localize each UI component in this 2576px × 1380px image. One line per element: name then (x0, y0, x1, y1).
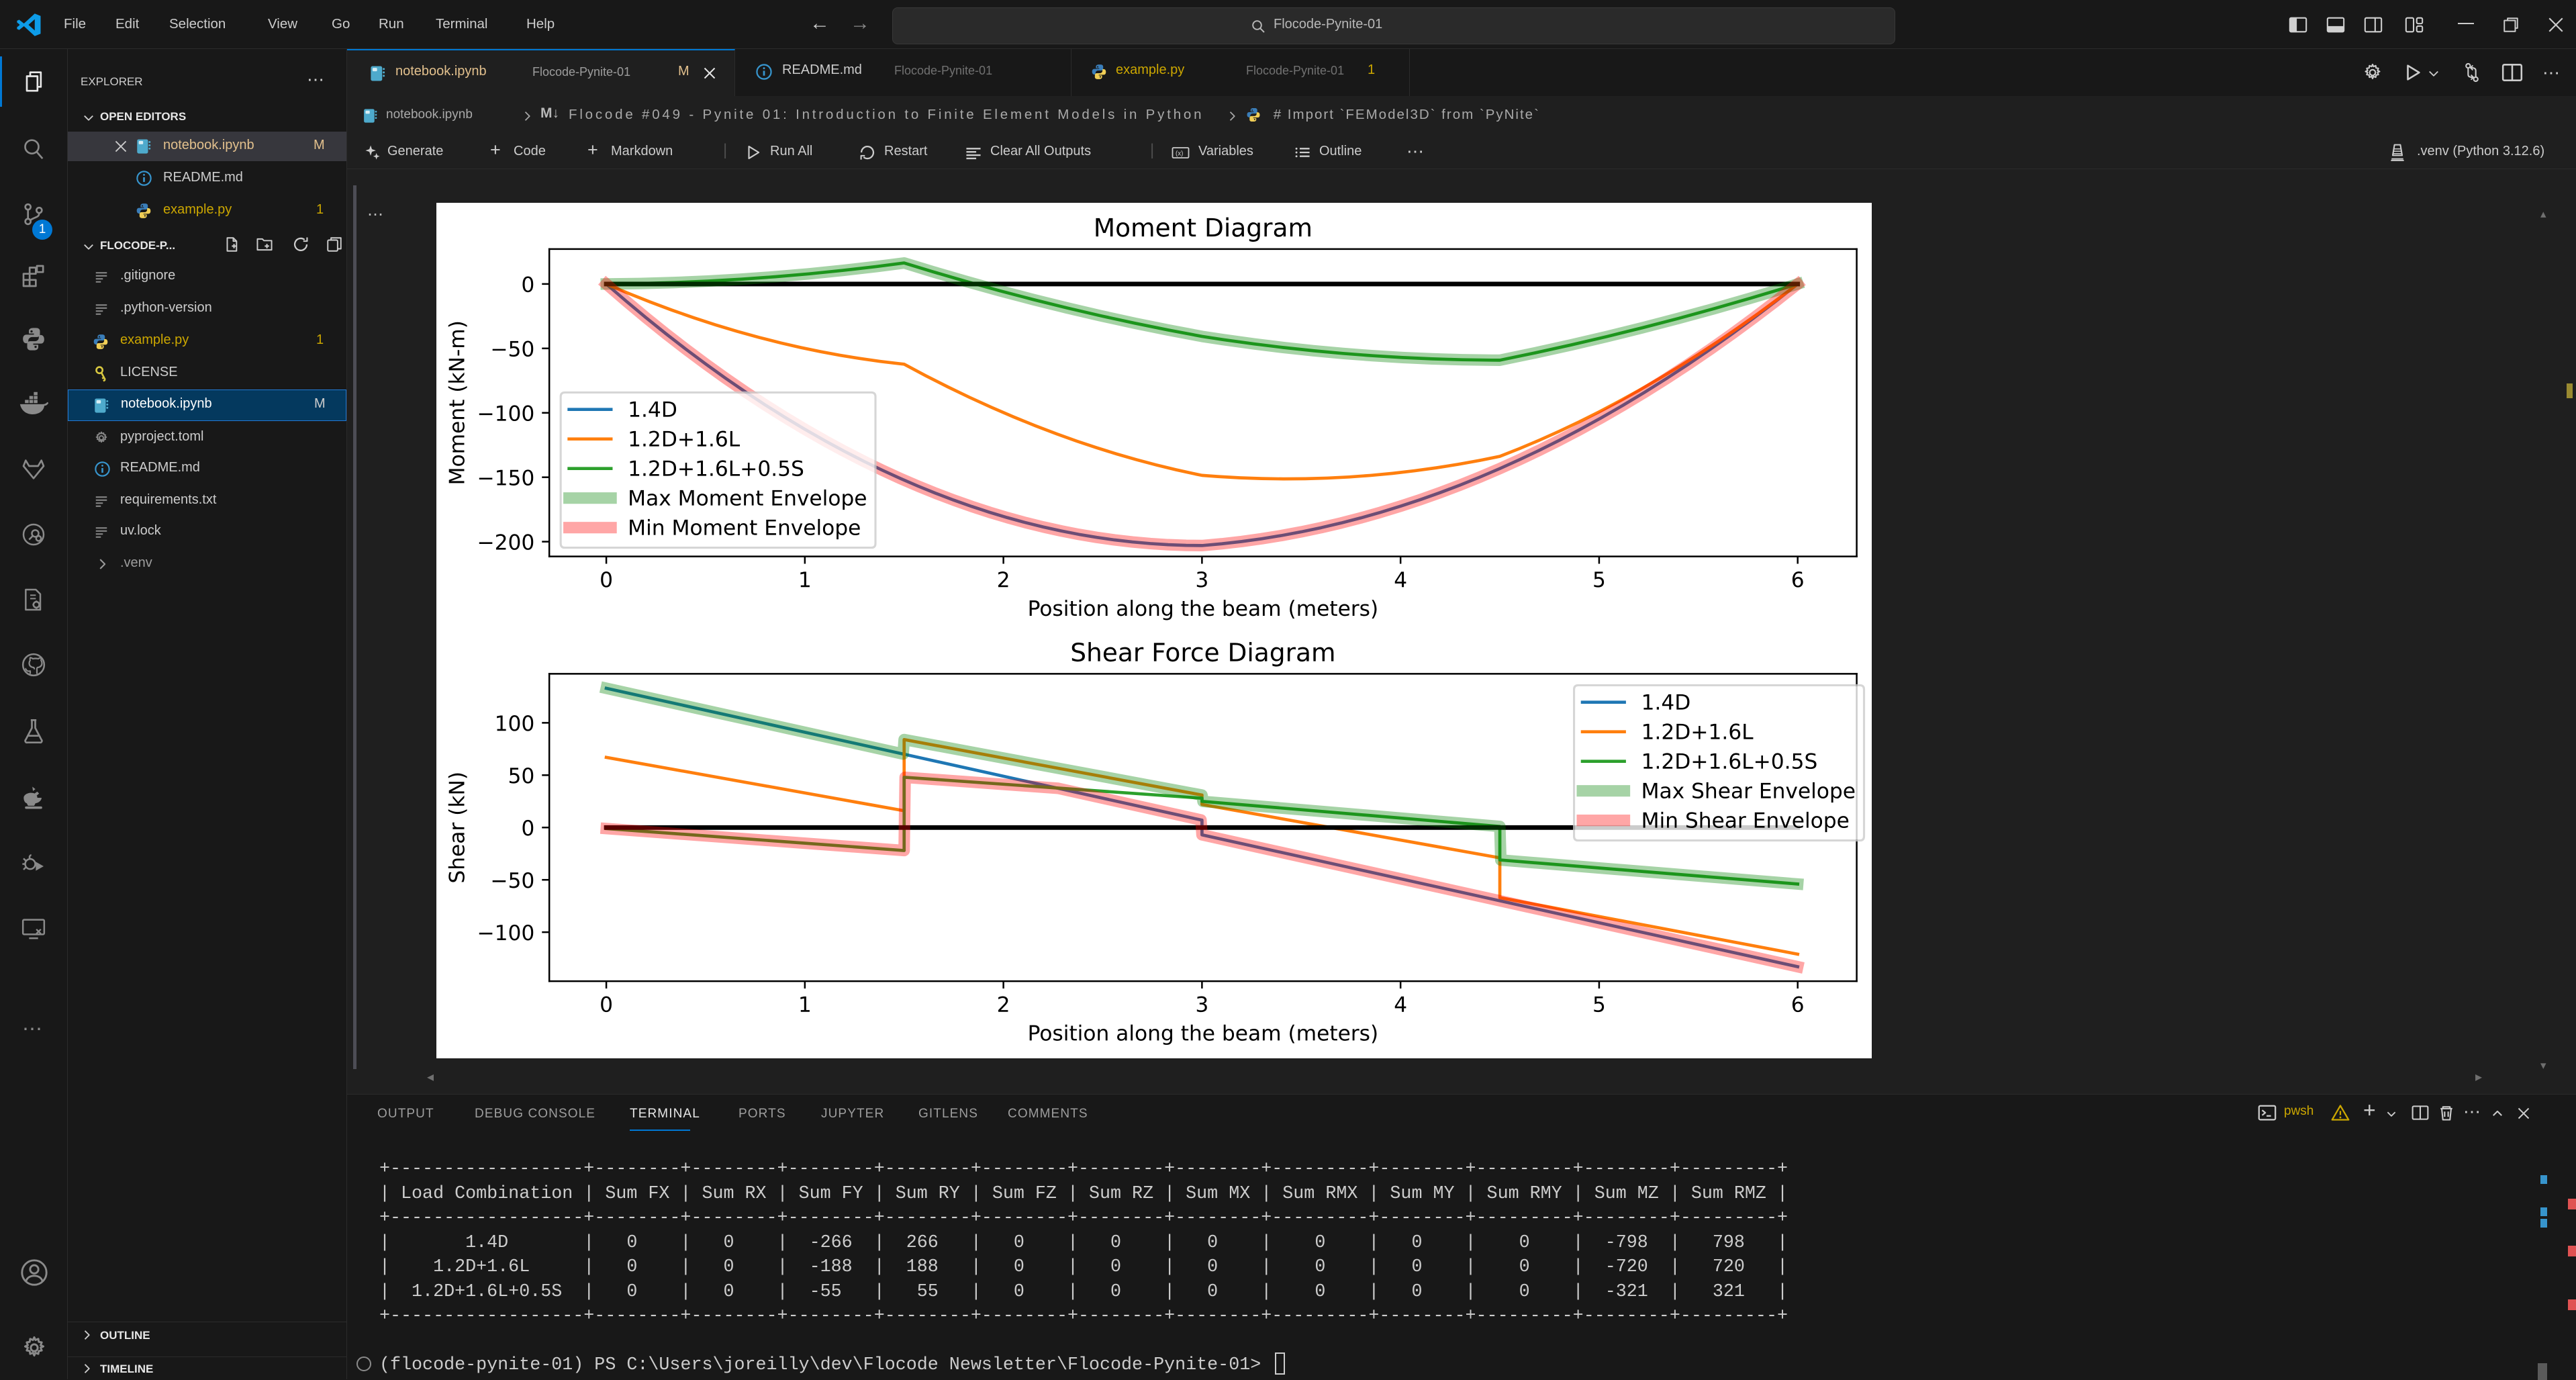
svg-text:(x): (x) (1176, 150, 1183, 158)
